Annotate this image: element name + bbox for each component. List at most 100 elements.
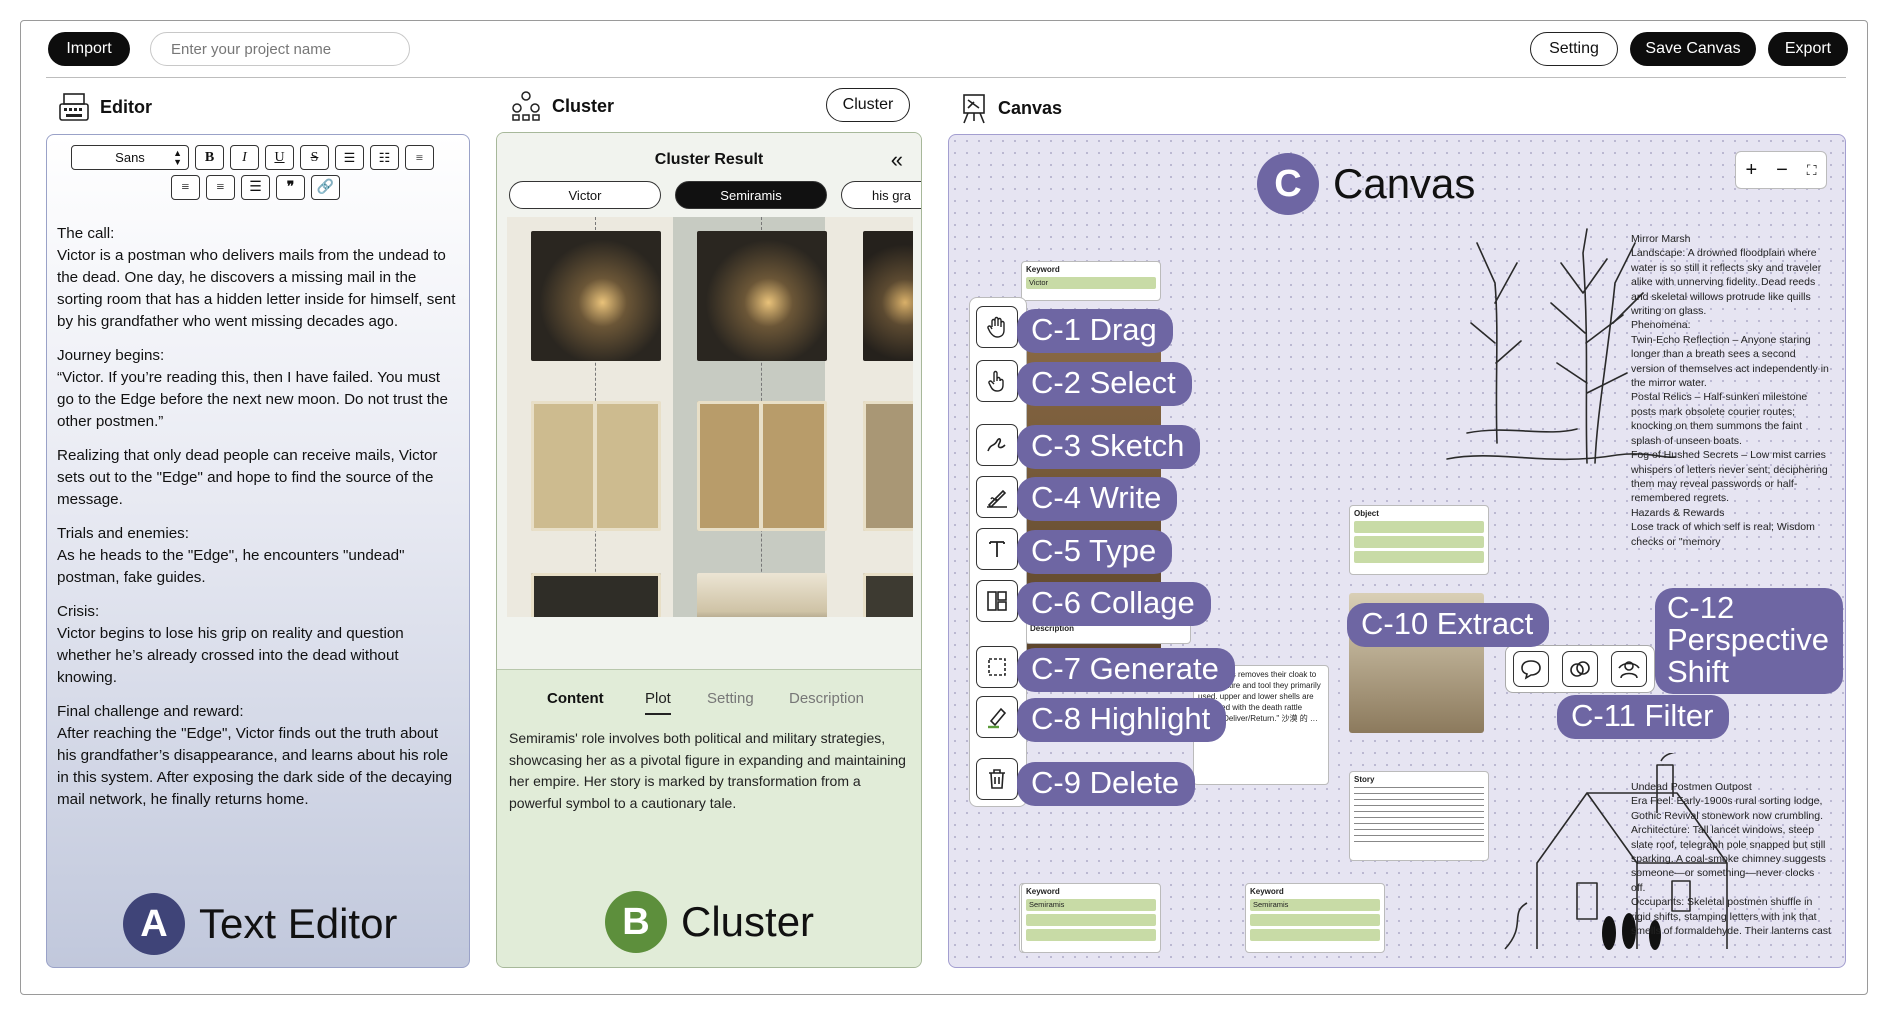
numbered-list-button[interactable]: ☷ — [370, 145, 399, 170]
cluster-run-button[interactable]: Cluster — [826, 88, 910, 122]
font-select[interactable]: Sans ▲ ▼ — [71, 145, 189, 170]
type-tool[interactable] — [976, 528, 1018, 570]
justify-button[interactable]: ☰ — [241, 175, 270, 200]
setting-button[interactable]: Setting — [1530, 32, 1618, 66]
import-button[interactable]: Import — [48, 32, 130, 66]
cluster-image[interactable] — [531, 231, 661, 361]
cluster-image[interactable] — [697, 401, 827, 531]
callout-drag: C-1 Drag — [1017, 309, 1173, 353]
signature-icon — [987, 489, 1007, 509]
cluster-title: Cluster — [552, 95, 615, 116]
canvas-panel[interactable]: C Canvas + − ⛶ Keyword Victor Object Des… — [948, 134, 1846, 968]
zoom-controls: + − ⛶ — [1735, 151, 1827, 189]
cluster-image[interactable] — [863, 573, 913, 617]
cluster-image[interactable] — [863, 231, 913, 361]
tab-setting[interactable]: Setting — [707, 690, 754, 707]
canvas-header: Canvas — [960, 92, 1062, 124]
italic-button[interactable]: I — [230, 145, 259, 170]
object-card[interactable]: Object — [1349, 505, 1489, 575]
trash-icon — [989, 769, 1005, 789]
tab-description[interactable]: Description — [789, 690, 864, 707]
export-button[interactable]: Export — [1768, 32, 1848, 66]
card-field — [1026, 914, 1156, 926]
filter-icon[interactable] — [1561, 651, 1598, 687]
cluster-image-grid — [507, 217, 913, 617]
selection-box-icon — [988, 658, 1006, 676]
font-select-value: Sans — [115, 150, 145, 165]
delete-tool[interactable] — [976, 758, 1018, 800]
sketch-tool[interactable] — [976, 424, 1018, 466]
card-label: Keyword — [1026, 265, 1060, 274]
cluster-description: Semiramis' role involves both political … — [509, 730, 906, 811]
editor-content[interactable]: The call: Victor is a postman who delive… — [57, 223, 461, 823]
story-paragraph: Trials and enemies: As he heads to the "… — [57, 525, 405, 586]
format-toolbar-row-1: Sans ▲ ▼ B I U S ☰ ☷ ≡ — [71, 145, 434, 170]
cluster-chip-victor[interactable]: Victor — [509, 181, 661, 209]
card-field: Victor — [1026, 277, 1156, 289]
cluster-image[interactable] — [531, 401, 661, 531]
save-canvas-button[interactable]: Save Canvas — [1630, 32, 1756, 66]
quote-button[interactable]: ❞ — [276, 175, 305, 200]
cluster-icon — [510, 90, 542, 122]
cluster-image[interactable] — [863, 401, 913, 531]
card-field: Semiramis — [1026, 899, 1156, 911]
cluster-image[interactable] — [531, 573, 661, 617]
callout-sketch: C-3 Sketch — [1017, 425, 1201, 469]
align-right-button[interactable]: ≡ — [206, 175, 235, 200]
toolbar-divider — [46, 77, 1846, 78]
underline-button[interactable]: U — [265, 145, 294, 170]
card-field — [1354, 521, 1484, 533]
image-action-bar — [1505, 645, 1655, 693]
align-center-button[interactable]: ≡ — [171, 175, 200, 200]
callout-extract: C-10 Extract — [1347, 603, 1550, 647]
cluster-image[interactable] — [697, 231, 827, 361]
link-button[interactable]: 🔗 — [311, 175, 340, 200]
zoom-out-icon[interactable]: − — [1776, 159, 1788, 182]
zoom-in-icon[interactable]: + — [1745, 159, 1757, 182]
badge-b: B — [605, 891, 667, 953]
tab-content[interactable]: Content — [547, 690, 604, 707]
cluster-label: B Cluster — [605, 891, 814, 953]
align-left-button[interactable]: ≡ — [405, 145, 434, 170]
keyword-card-semiramis[interactable]: Keyword Semiramis — [1021, 883, 1161, 953]
highlight-tool[interactable] — [976, 696, 1018, 738]
keyword-card-victor[interactable]: Keyword Victor — [1021, 261, 1161, 301]
card-label: Keyword — [1026, 887, 1060, 896]
cluster-chip-semiramis[interactable]: Semiramis — [675, 181, 827, 209]
callout-perspective-shift: C-12 Perspective Shift — [1655, 588, 1843, 694]
keyword-card-semiramis-2[interactable]: Keyword Semiramis — [1245, 883, 1385, 953]
fullscreen-icon[interactable]: ⛶ — [1807, 162, 1817, 179]
generate-tool[interactable] — [976, 646, 1018, 688]
callout-type: C-5 Type — [1017, 530, 1173, 574]
card-field: Semiramis — [1250, 899, 1380, 911]
pencil-squiggle-icon — [987, 438, 1006, 452]
tab-plot[interactable]: Plot — [645, 690, 671, 715]
strikethrough-button[interactable]: S — [300, 145, 329, 170]
project-name-input[interactable] — [150, 32, 410, 66]
perspective-icon[interactable] — [1611, 651, 1648, 687]
keyboard-icon — [58, 92, 90, 122]
bold-button[interactable]: B — [195, 145, 224, 170]
mirror-marsh-text[interactable]: Mirror Marsh Landscape: A drowned floodp… — [1631, 232, 1831, 549]
cluster-image[interactable] — [697, 573, 827, 617]
collage-tool[interactable] — [976, 580, 1018, 622]
callout-generate: C-7 Generate — [1017, 648, 1235, 692]
canvas-title: Canvas — [998, 97, 1063, 118]
bullet-list-button[interactable]: ☰ — [335, 145, 364, 170]
select-tool[interactable] — [976, 360, 1018, 402]
editor-header: Editor — [58, 92, 152, 122]
write-tool[interactable] — [976, 476, 1018, 518]
editor-title: Editor — [100, 96, 152, 117]
drag-tool[interactable] — [976, 306, 1018, 348]
cluster-chip-grandfather[interactable]: his gra — [841, 181, 921, 209]
outpost-text[interactable]: Undead Postmen Outpost Era Feel: Early-1… — [1631, 780, 1831, 938]
story-card[interactable]: Story — [1349, 771, 1489, 861]
cluster-panel: Cluster Result « Victor Semiramis his gr… — [496, 132, 922, 968]
text-editor-label: A Text Editor — [123, 893, 397, 955]
collapse-icon[interactable]: « — [891, 147, 903, 173]
speech-bubble-icon[interactable] — [1512, 651, 1549, 687]
callout-write: C-4 Write — [1017, 477, 1178, 521]
layout-icon — [987, 591, 1007, 611]
card-field — [1250, 914, 1380, 926]
story-text-lines — [1354, 787, 1484, 847]
